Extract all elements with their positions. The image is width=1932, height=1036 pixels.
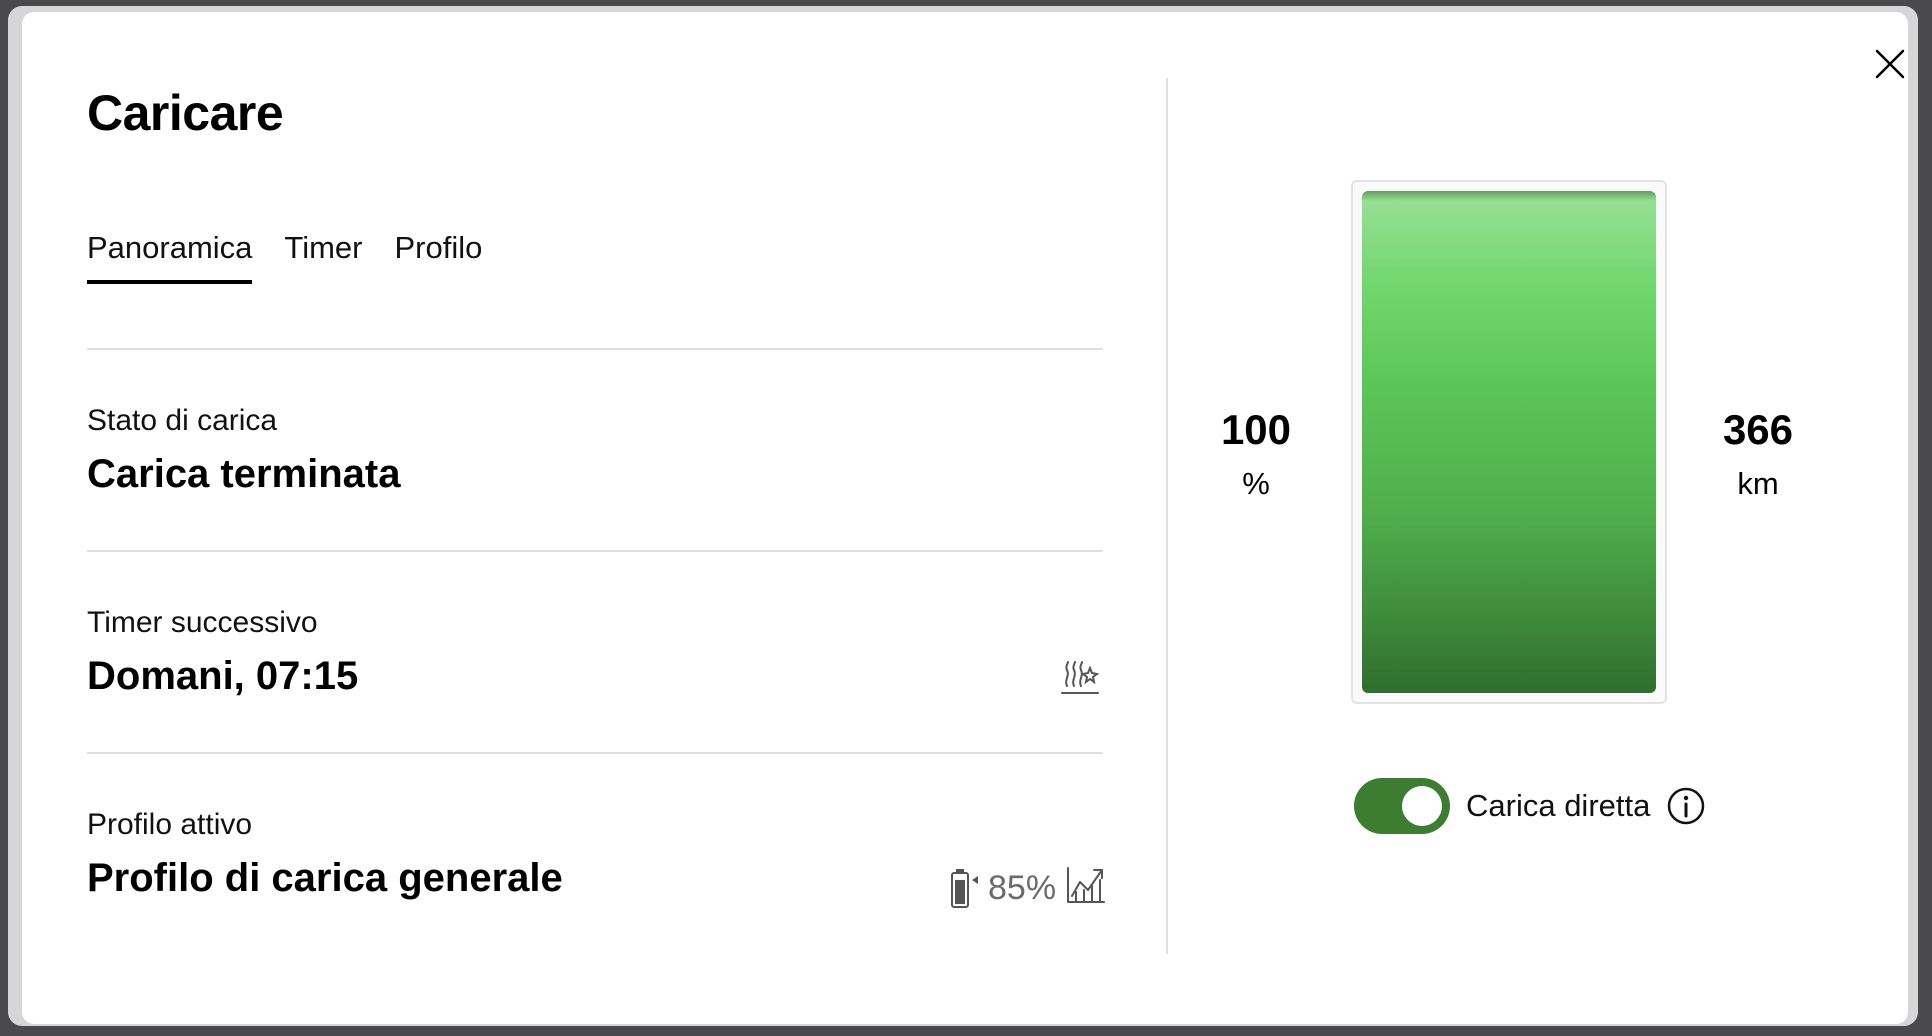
- direct-charge-row: Carica diretta: [1354, 778, 1706, 834]
- profile-target-value: 85%: [988, 868, 1057, 907]
- range: 366 km: [1678, 406, 1838, 502]
- active-profile-value: Profilo di carica generale: [87, 856, 563, 900]
- toggle-knob: [1402, 786, 1442, 826]
- charging-chart-icon: [1067, 866, 1106, 903]
- climate-timer-icon: [1061, 661, 1100, 694]
- direct-charge-toggle[interactable]: [1354, 778, 1450, 834]
- tab-timer[interactable]: Timer: [284, 230, 362, 284]
- charge-level-value: 100: [1220, 406, 1292, 453]
- profile-target: 85%: [950, 866, 1108, 910]
- range-value: 366: [1722, 406, 1794, 453]
- next-timer-value: Domani, 07:15: [87, 654, 359, 698]
- range-unit: km: [1737, 466, 1779, 501]
- tab-panoramica[interactable]: Panoramica: [87, 230, 253, 284]
- close-button[interactable]: [1868, 42, 1912, 86]
- tab-bar: Panoramica Timer Profilo: [87, 230, 482, 284]
- battery-gauge: [1351, 180, 1667, 704]
- page-title: Caricare: [87, 85, 284, 141]
- battery-fill: [1362, 191, 1656, 693]
- divider: [87, 752, 1103, 754]
- status-value: Carica terminata: [87, 452, 401, 496]
- climate-timer-button[interactable]: [1058, 656, 1102, 700]
- charging-dialog: Caricare Panoramica Timer Profilo Stato …: [22, 12, 1908, 1024]
- divider: [87, 550, 1103, 552]
- charging-chart-button[interactable]: [1064, 862, 1108, 915]
- battery-target-icon: [951, 869, 978, 908]
- tab-profilo[interactable]: Profilo: [394, 230, 482, 284]
- next-timer-label: Timer successivo: [87, 606, 318, 639]
- divider: [87, 348, 1103, 350]
- info-icon: [1668, 787, 1705, 825]
- close-icon: [1875, 49, 1905, 79]
- status-label: Stato di carica: [87, 404, 278, 437]
- direct-charge-label: Carica diretta: [1466, 788, 1651, 823]
- info-button[interactable]: [1666, 786, 1706, 826]
- charge-level: 100 %: [1176, 406, 1336, 502]
- charge-level-unit: %: [1242, 466, 1270, 501]
- active-profile-label: Profilo attivo: [87, 808, 253, 841]
- column-divider: [1166, 78, 1168, 954]
